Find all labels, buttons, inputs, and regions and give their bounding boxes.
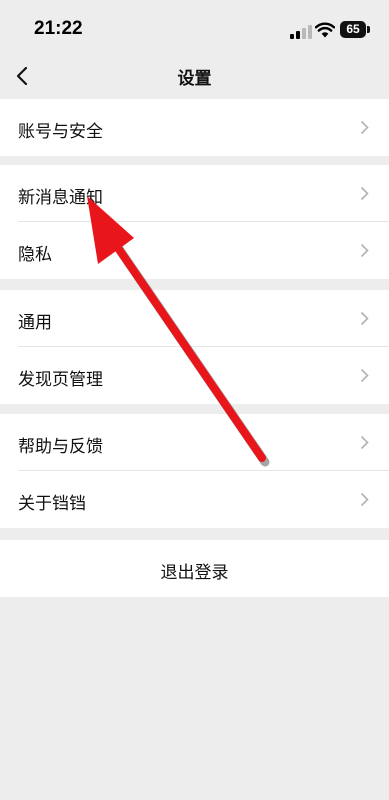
settings-item-privacy[interactable]: 隐私: [0, 222, 389, 279]
chevron-right-icon: [360, 435, 369, 450]
settings-item-label: 隐私: [18, 245, 52, 265]
battery-icon: 65: [340, 21, 370, 38]
settings-group-notifications: 新消息通知 隐私: [0, 165, 389, 279]
settings-item-label: 新消息通知: [18, 188, 103, 208]
chevron-right-icon: [360, 368, 369, 383]
chevron-right-icon: [360, 186, 369, 201]
settings-item-new-message-notification[interactable]: 新消息通知: [0, 165, 389, 222]
cellular-signal-icon: [290, 25, 312, 39]
settings-item-label: 帮助与反馈: [18, 437, 103, 457]
logout-label: 退出登录: [160, 563, 229, 583]
settings-item-account-security[interactable]: 账号与安全: [0, 99, 389, 156]
settings-item-label: 账号与安全: [18, 122, 103, 142]
page-title: 设置: [177, 69, 212, 89]
settings-group-help: 帮助与反馈 关于铛铛: [0, 414, 389, 528]
battery-level: 65: [346, 22, 360, 36]
settings-group-general: 通用 发现页管理: [0, 290, 389, 404]
status-bar: 21:22 65: [0, 0, 389, 60]
settings-item-label: 发现页管理: [18, 370, 103, 390]
chevron-right-icon: [360, 311, 369, 326]
settings-item-label: 关于铛铛: [18, 494, 86, 514]
chevron-right-icon: [360, 243, 369, 258]
nav-bar: 设置: [0, 60, 389, 97]
settings-item-discover-management[interactable]: 发现页管理: [0, 347, 389, 404]
logout-button[interactable]: 退出登录: [0, 540, 389, 597]
status-time: 21:22: [34, 18, 83, 39]
settings-item-help-feedback[interactable]: 帮助与反馈: [0, 414, 389, 471]
settings-item-about[interactable]: 关于铛铛: [0, 471, 389, 528]
settings-item-general[interactable]: 通用: [0, 290, 389, 347]
chevron-right-icon: [360, 492, 369, 507]
wifi-icon: [315, 22, 335, 38]
chevron-right-icon: [360, 120, 369, 135]
settings-item-label: 通用: [18, 313, 52, 333]
settings-group-account: 账号与安全: [0, 99, 389, 156]
